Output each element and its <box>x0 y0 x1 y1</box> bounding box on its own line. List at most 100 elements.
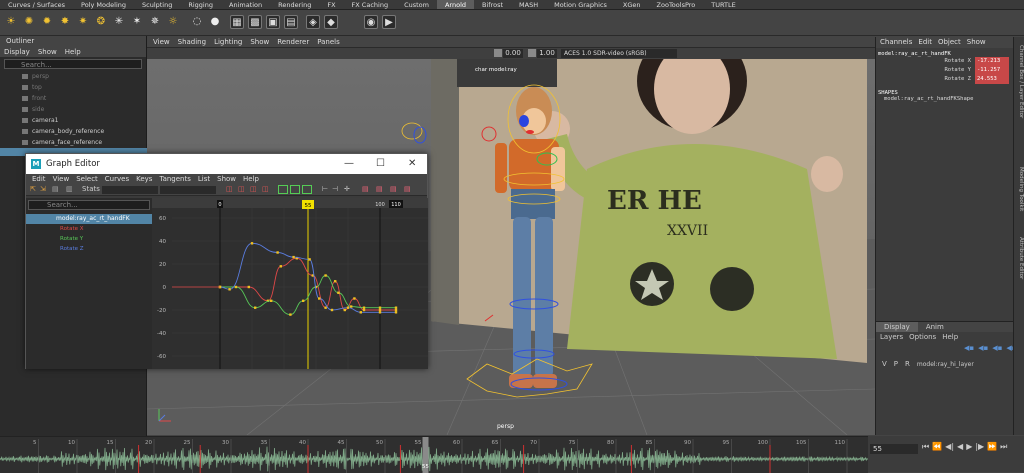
keyframe[interactable] <box>270 299 273 302</box>
unify-tangent-icon[interactable]: ⊣ <box>332 185 338 193</box>
shelf-tab-rigging[interactable]: Rigging <box>180 0 221 9</box>
channel-menu-object[interactable]: Object <box>938 37 961 48</box>
channel-attr-row[interactable]: Rotate Z 24.553 <box>876 75 1013 84</box>
graph-menu-tangents[interactable]: Tangents <box>159 174 190 184</box>
keyframe[interactable] <box>228 288 231 291</box>
shelf-tab-fx-caching[interactable]: FX Caching <box>344 0 397 9</box>
exposure-field[interactable]: 0.00 <box>503 49 523 58</box>
gamma-field[interactable]: 1.00 <box>537 49 557 58</box>
step-forward-key-icon[interactable]: ⏩ <box>987 442 997 452</box>
viewport-menu-renderer[interactable]: Renderer <box>277 37 309 47</box>
shelf-tab-sculpting[interactable]: Sculpting <box>134 0 180 9</box>
outliner-item[interactable]: side <box>0 104 146 115</box>
tangent-step-icon[interactable] <box>290 185 300 194</box>
buffer-curve-icon[interactable]: ▤ <box>362 185 369 193</box>
keyframe[interactable] <box>362 308 366 312</box>
outliner-item[interactable]: camera1 <box>0 115 146 126</box>
layer-row[interactable]: V P R model:ray_hi_layer <box>876 359 1014 370</box>
shelf-tab-arnold[interactable]: Arnold <box>436 0 475 9</box>
keyframe[interactable] <box>279 265 282 268</box>
outliner-item[interactable]: top <box>0 82 146 93</box>
graph-menu-help[interactable]: Help <box>243 174 259 184</box>
current-frame-field[interactable]: 55 <box>870 444 918 454</box>
channel-menu-channels[interactable]: Channels <box>880 37 912 48</box>
tangent-clamped-icon[interactable]: ◫ <box>250 185 257 193</box>
shelf-tab-fx[interactable]: FX <box>319 0 343 9</box>
tangent-flat-icon[interactable] <box>278 185 288 194</box>
shelf-tab-zootoolspro[interactable]: ZooToolsPro <box>649 0 704 9</box>
tangent-plateau-icon[interactable] <box>302 185 312 194</box>
outliner-menu-show[interactable]: Show <box>38 47 57 57</box>
tangent-spline-icon[interactable]: ◫ <box>238 185 245 193</box>
graph-menu-curves[interactable]: Curves <box>105 174 129 184</box>
keyframe[interactable] <box>394 311 398 314</box>
time-slider-canvas[interactable]: 5 10 15 20 25 30 35 40 45 50 55 60 65 70 75 80 85 90 95 100… <box>0 437 868 473</box>
graph-menu-select[interactable]: Select <box>76 174 98 184</box>
arnold-render-icon[interactable]: ☀ <box>4 15 18 29</box>
stand-in-icon[interactable]: ◈ <box>306 15 320 29</box>
lattice-icon[interactable]: ▤ <box>52 185 59 193</box>
move-key-icon[interactable]: ⇱ <box>30 185 36 193</box>
light-portal-icon[interactable]: ✶ <box>130 15 144 29</box>
graph-menu-edit[interactable]: Edit <box>32 174 46 184</box>
graph-area[interactable]: 60 40 20 0 -20 -40 -60 0 100 110 55 <box>152 198 428 369</box>
layer-tab-display[interactable]: Display <box>876 322 918 332</box>
graph-node-row[interactable]: model:ray_ac_rt_handFK <box>26 214 152 224</box>
viewport-menu-show[interactable]: Show <box>250 37 269 47</box>
keyframe[interactable] <box>359 311 362 314</box>
outliner-search-input[interactable]: Search... <box>4 59 142 69</box>
go-to-start-icon[interactable]: ⏮ <box>922 442 929 452</box>
keyframe[interactable] <box>378 311 382 314</box>
snap-icon[interactable]: ✛ <box>344 185 350 193</box>
graph-menu-show[interactable]: Show <box>217 174 236 184</box>
viewport-menu-lighting[interactable]: Lighting <box>214 37 242 47</box>
channel-attr-value[interactable]: 24.553 <box>975 75 1009 84</box>
layer-playback-toggle[interactable]: P <box>894 359 898 370</box>
colorspace-dropdown[interactable]: ACES 1.0 SDR-video (sRGB) <box>561 49 677 58</box>
side-tab-modeling-toolkit[interactable]: Modeling Toolkit <box>1018 167 1024 211</box>
tx-manager-icon[interactable]: ▩ <box>248 15 262 29</box>
outliner-item[interactable]: camera_face_reference <box>0 137 146 148</box>
keyframe[interactable] <box>276 251 279 254</box>
graph-menu-keys[interactable]: Keys <box>136 174 152 184</box>
keyframe[interactable] <box>292 255 295 259</box>
shelf-tab-bifrost[interactable]: Bifrost <box>474 0 511 9</box>
shelf-tab-rendering[interactable]: Rendering <box>270 0 319 9</box>
close-icon[interactable]: ✕ <box>408 154 416 174</box>
keyframe[interactable] <box>350 305 353 308</box>
play-back-icon[interactable]: ◀ <box>957 442 963 452</box>
stats-field-value[interactable] <box>160 186 216 194</box>
channel-attr-value[interactable]: -17.213 <box>975 57 1009 66</box>
shelf-tab-curves-surfaces[interactable]: Curves / Surfaces <box>0 0 73 9</box>
swap-buffer-icon[interactable]: ▤ <box>376 185 383 193</box>
keyframe[interactable] <box>247 285 250 289</box>
outliner-item[interactable]: front <box>0 93 146 104</box>
layer-visible-toggle[interactable]: V <box>882 359 887 370</box>
keyframe[interactable] <box>330 308 334 312</box>
point-light-icon[interactable]: ✸ <box>58 15 72 29</box>
side-tab-channel-box[interactable]: Channel Box / Layer Editor <box>1018 45 1024 118</box>
play-forward-icon[interactable]: ▶ <box>966 442 972 452</box>
graph-curve-item[interactable]: Rotate Z <box>26 244 152 254</box>
graph-curve-item[interactable]: Rotate X <box>26 224 152 234</box>
new-layer-icon[interactable]: ◀▪ <box>992 344 1002 352</box>
keyframe[interactable] <box>394 308 398 312</box>
channel-attr-value[interactable]: -11.257 <box>975 66 1009 75</box>
keyframe[interactable] <box>343 308 346 312</box>
gamma-icon[interactable] <box>528 49 536 57</box>
keyframe[interactable] <box>378 308 382 312</box>
render-view-icon[interactable]: ◉ <box>364 15 378 29</box>
viewport-menu-view[interactable]: View <box>153 37 170 47</box>
insert-key-icon[interactable]: ⇲ <box>40 185 46 193</box>
render-setup-icon[interactable]: ▤ <box>284 15 298 29</box>
denormalize-icon[interactable]: ▤ <box>404 185 411 193</box>
graph-menu-view[interactable]: View <box>53 174 70 184</box>
texture-grid-icon[interactable]: ▦ <box>230 15 244 29</box>
layer-menu-options[interactable]: Options <box>909 332 936 342</box>
shelf-tab-turtle[interactable]: TURTLE <box>703 0 743 9</box>
keyframe[interactable] <box>289 313 292 316</box>
keyframe[interactable] <box>234 285 238 289</box>
outliner-menu-help[interactable]: Help <box>65 47 81 57</box>
graph-search-input[interactable]: Search... <box>28 200 150 210</box>
shelf-tab-xgen[interactable]: XGen <box>615 0 649 9</box>
